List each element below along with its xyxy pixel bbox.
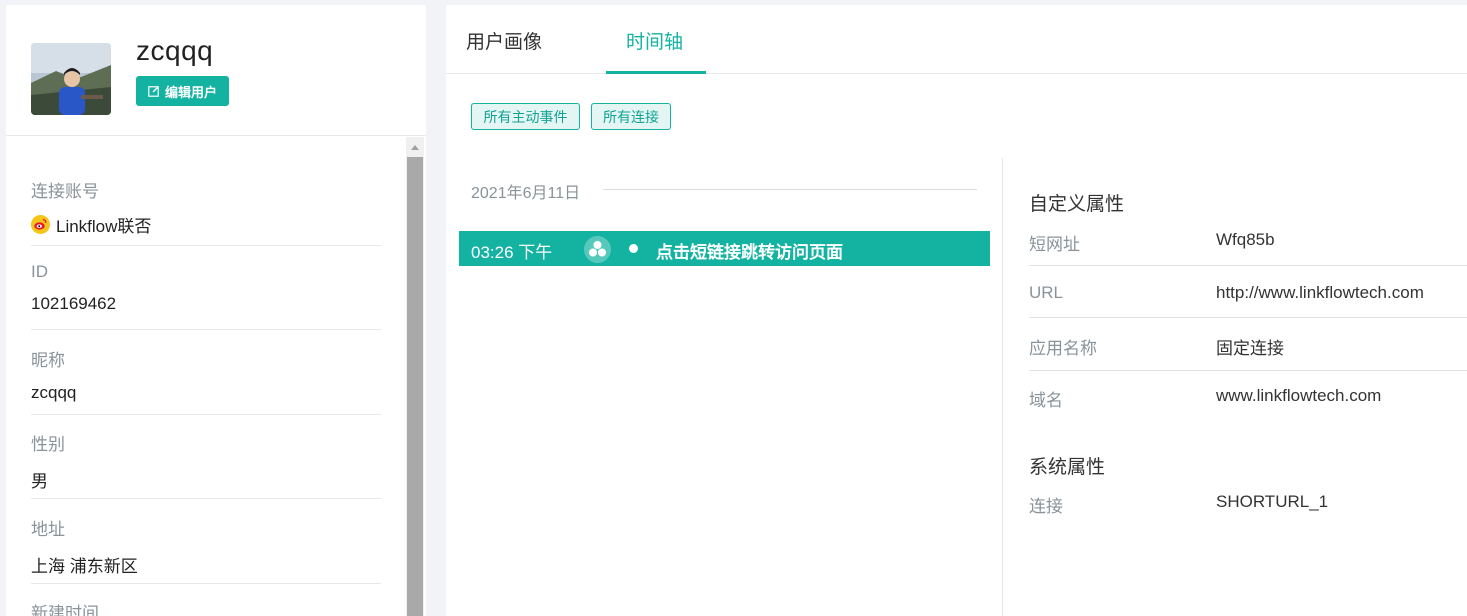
active-tab-indicator (606, 71, 706, 74)
tab-user-portrait[interactable]: 用户画像 (466, 27, 542, 54)
property-key: URL (1029, 283, 1064, 302)
field-value: zcqqq (31, 383, 77, 402)
divider (31, 245, 381, 246)
scroll-up-arrow-icon[interactable] (406, 137, 424, 157)
field-label: 昵称 (31, 351, 65, 370)
timeline-event[interactable]: 03:26 下午 点击短链接跳转访问页面 (459, 231, 990, 266)
field-value: 上海 浦东新区 (31, 557, 138, 576)
username: zcqqq (136, 35, 214, 66)
column-divider (1002, 158, 1003, 616)
property-key: 连接 (1029, 497, 1063, 516)
link-cluster-icon (584, 236, 611, 263)
field-connected-account: 连接账号 Linkflow联否 (31, 177, 381, 237)
edit-user-label: 编辑用户 (164, 84, 217, 100)
divider (1029, 370, 1467, 371)
field-value: 男 (31, 472, 48, 491)
event-text: 点击短链接跳转访问页面 (656, 243, 843, 262)
property-key: 域名 (1029, 391, 1063, 410)
user-info-list: 连接账号 Linkflow联否 ID 102169462 昵称 zcqqq 性别… (6, 137, 406, 616)
field-gender: 性别 男 (31, 430, 381, 492)
avatar (31, 43, 111, 115)
divider (31, 498, 381, 499)
timeline-panel: 用户画像 时间轴 所有主动事件 所有连接 2021年6月11日 03:26 下午… (446, 5, 1467, 616)
property-value: http://www.linkflowtech.com (1216, 283, 1424, 302)
property-value: SHORTURL_1 (1216, 492, 1329, 511)
field-nickname: 昵称 zcqqq (31, 346, 381, 403)
filter-all-active-events[interactable]: 所有主动事件 (471, 103, 580, 130)
field-address: 地址 上海 浦东新区 (31, 515, 381, 577)
field-label: 新建时间 (31, 604, 99, 616)
property-value: www.linkflowtech.com (1216, 386, 1382, 405)
date-divider (603, 189, 977, 190)
event-time: 03:26 下午 (471, 243, 553, 262)
tab-timeline[interactable]: 时间轴 (626, 27, 683, 54)
edit-icon (148, 86, 159, 97)
field-label: ID (31, 262, 48, 281)
scrollbar[interactable] (406, 137, 424, 616)
property-value: 固定连接 (1216, 339, 1284, 358)
field-label: 性别 (31, 435, 65, 454)
divider (31, 329, 381, 330)
profile-header: zcqqq 编辑用户 (6, 5, 426, 136)
property-value: Wfq85b (1216, 230, 1275, 249)
tab-bar: 用户画像 时间轴 (446, 5, 1467, 74)
field-value: Linkflow联否 (56, 217, 152, 236)
custom-properties-title: 自定义属性 (1029, 194, 1125, 215)
divider (1029, 265, 1467, 266)
filter-all-connections[interactable]: 所有连接 (591, 103, 671, 130)
weibo-icon (31, 215, 50, 234)
field-id: ID 102169462 (31, 262, 381, 314)
divider (1029, 317, 1467, 318)
timeline-date: 2021年6月11日 (471, 185, 581, 202)
edit-user-button[interactable]: 编辑用户 (136, 76, 229, 106)
field-label: 连接账号 (31, 182, 99, 201)
divider (31, 414, 381, 415)
system-properties-title: 系统属性 (1029, 457, 1106, 478)
field-created-time: 新建时间 (31, 599, 381, 616)
user-profile-panel: zcqqq 编辑用户 连接账号 Linkflow联否 ID 102169462 … (6, 5, 426, 616)
field-value: 102169462 (31, 294, 117, 313)
property-key: 应用名称 (1029, 339, 1097, 358)
event-dot-icon (629, 244, 638, 253)
property-key: 短网址 (1029, 235, 1080, 254)
scroll-thumb[interactable] (407, 157, 423, 616)
avatar-photo (31, 43, 111, 115)
divider (31, 583, 381, 584)
field-label: 地址 (31, 520, 65, 539)
